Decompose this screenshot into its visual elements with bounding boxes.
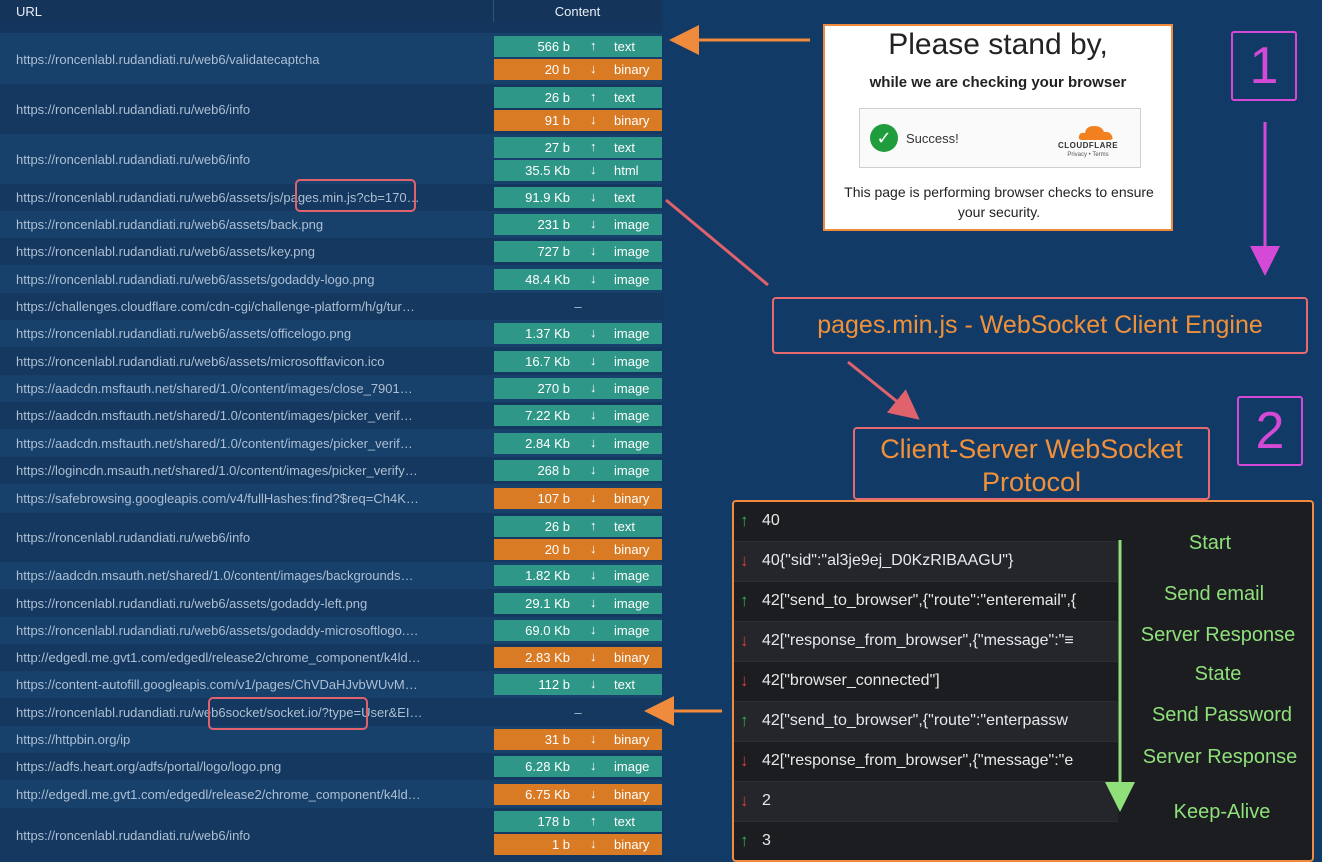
step-2-badge: 2 <box>1237 396 1303 466</box>
protocol-text: Client-Server WebSocket Protocol <box>880 434 1183 497</box>
cloudflare-wordmark: CLOUDFLARE <box>1057 141 1119 150</box>
arrow-engine-to-protocol <box>847 360 920 420</box>
privacy-link[interactable]: Privacy <box>1067 152 1087 158</box>
turnstile-widget[interactable]: ✓ Success! CLOUDFLARE Privacy • Terms <box>859 108 1141 168</box>
step-2-number: 2 <box>1255 402 1285 460</box>
table-header: URL Content <box>0 0 662 22</box>
content-column-header[interactable]: Content <box>493 4 662 19</box>
websocket-engine-label: pages.min.js - WebSocket Client Engine <box>772 297 1308 354</box>
websocket-frames-panel: ↑ 40 ↓ 40{"sid":"al3je9ej_D0KzRIBAAGU"} ↑ 42[… <box>732 500 1314 862</box>
cloudflare-title: Please stand by, <box>888 28 1108 61</box>
flow-step-label: State <box>1194 663 1242 685</box>
cloudflare-challenge-card: Please stand by, while we are checking y… <box>823 24 1173 231</box>
step-1-number: 1 <box>1249 37 1279 95</box>
success-label: Success! <box>906 131 959 146</box>
flow-step-label: Server Response <box>1140 624 1296 646</box>
step-1-badge: 1 <box>1231 31 1297 101</box>
cloud-icon <box>1078 126 1113 140</box>
flow-step-label: Start <box>1188 532 1232 554</box>
flow-step-label: Server Response <box>1142 746 1298 768</box>
cloudflare-note: This page is performing browser checks t… <box>844 184 1154 220</box>
websocket-engine-text: pages.min.js - WebSocket Client Engine <box>817 311 1263 339</box>
cloudflare-logo: CLOUDFLARE Privacy • Terms <box>1050 119 1126 161</box>
protocol-label: Client-Server WebSocket Protocol <box>853 427 1210 500</box>
flow-step-label: Keep-Alive <box>1173 801 1271 823</box>
url-column-header[interactable]: URL <box>16 4 42 19</box>
flow-step-label: Send Password <box>1151 704 1293 726</box>
cloudflare-subtitle: while we are checking your browser <box>869 74 1127 91</box>
cloudflare-links: Privacy • Terms <box>1067 152 1109 158</box>
connector-pages-js <box>665 198 769 287</box>
flow-step-label: Send email <box>1163 583 1265 605</box>
success-check-icon: ✓ <box>870 124 898 152</box>
terms-link[interactable]: Terms <box>1092 152 1108 158</box>
